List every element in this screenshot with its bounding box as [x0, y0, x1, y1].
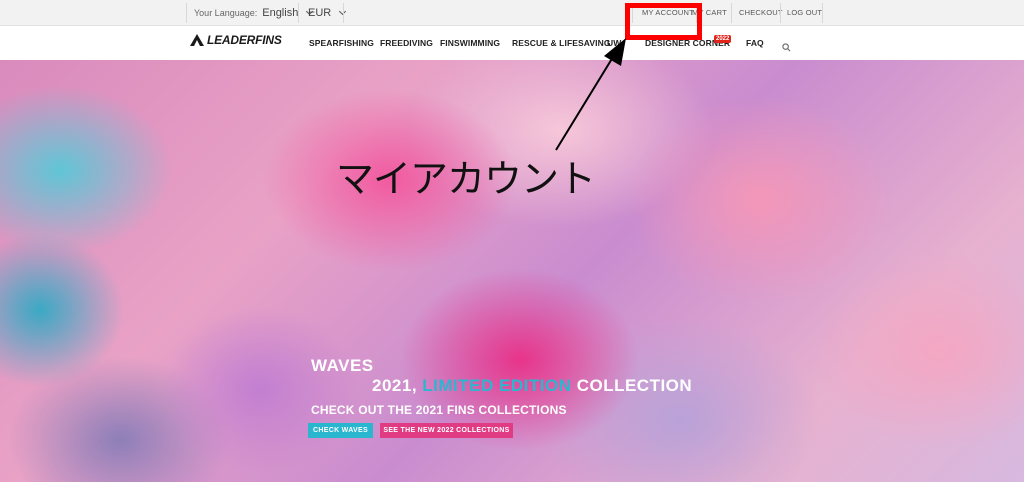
annotation-label: マイアカウント	[336, 159, 596, 201]
annotation-arrow-icon	[555, 38, 626, 151]
